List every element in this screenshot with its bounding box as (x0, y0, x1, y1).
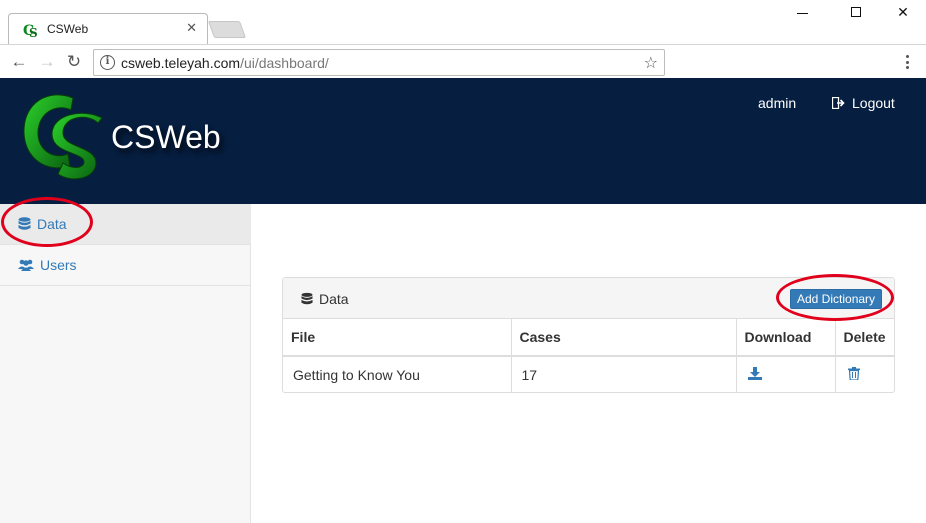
cs-favicon-icon: C S (23, 23, 38, 38)
panel-title-label: Data (319, 291, 349, 307)
site-info-icon[interactable]: i (100, 55, 115, 70)
svg-text:S: S (29, 26, 38, 38)
data-panel: Data Add Dictionary File Cases Download … (282, 277, 895, 393)
tab-close-icon[interactable]: ✕ (186, 20, 197, 36)
add-dictionary-button[interactable]: Add Dictionary (790, 289, 883, 309)
logout-link[interactable]: Logout (832, 95, 895, 111)
new-tab-button[interactable] (207, 21, 247, 38)
panel-heading: Data Add Dictionary (283, 278, 894, 319)
brand-title: CSWeb (111, 119, 221, 155)
maximize-icon (851, 7, 861, 17)
cell-cases: 17 (511, 356, 737, 392)
app-header: CSWeb admin Logout (0, 78, 926, 204)
panel-title: Data (301, 291, 349, 307)
trash-icon[interactable] (847, 366, 860, 381)
dictionary-table: File Cases Download Delete Getting to Kn… (283, 319, 894, 392)
column-header-download: Download (736, 319, 836, 357)
window-close-button[interactable]: ✕ (880, 0, 926, 24)
window-minimize-button[interactable] (779, 0, 825, 24)
bookmark-star-icon[interactable]: ☆ (644, 53, 658, 73)
browser-titlebar: C S CSWeb ✕ ✕ (0, 0, 926, 44)
database-icon (18, 217, 31, 230)
user-menu-link[interactable]: admin (758, 95, 796, 111)
browser-tab[interactable]: C S CSWeb ✕ (8, 13, 208, 44)
users-icon (18, 259, 34, 271)
logout-icon (832, 97, 845, 109)
column-header-cases: Cases (511, 319, 737, 357)
address-bar[interactable]: i csweb.teleyah.com/ui/dashboard/ ☆ (93, 49, 665, 76)
column-header-file: File (283, 319, 512, 357)
reload-icon[interactable]: ↻ (63, 51, 85, 73)
download-icon[interactable] (747, 366, 762, 380)
sidebar-item-users[interactable]: Users (0, 245, 251, 286)
url-host: csweb.teleyah.com (121, 55, 241, 71)
sidebar-item-data[interactable]: Data (0, 204, 251, 245)
tab-title: CSWeb (47, 22, 89, 36)
table-row: Getting to Know You 17 (283, 356, 894, 392)
table-header-row: File Cases Download Delete (283, 319, 894, 357)
database-icon (301, 292, 313, 305)
forward-arrow-icon[interactable]: → (36, 51, 58, 73)
cs-logo-icon (23, 94, 103, 180)
back-arrow-icon[interactable]: ← (8, 51, 30, 73)
address-url[interactable]: csweb.teleyah.com/ui/dashboard/ (121, 55, 329, 71)
cell-file: Getting to Know You (283, 356, 512, 392)
browser-toolbar: ← → ↻ i csweb.teleyah.com/ui/dashboard/ … (0, 44, 926, 78)
sidebar-item-label: Users (40, 257, 77, 273)
sidebar: Data Users (0, 204, 251, 523)
cell-delete (835, 356, 894, 392)
window-maximize-button[interactable] (833, 0, 879, 24)
cell-download (736, 356, 836, 392)
column-header-delete: Delete (835, 319, 894, 357)
browser-menu-icon[interactable] (900, 53, 914, 71)
sidebar-item-label: Data (37, 216, 67, 232)
logout-label: Logout (852, 95, 895, 111)
minimize-icon (796, 12, 808, 14)
url-path: /ui/dashboard/ (240, 55, 329, 71)
